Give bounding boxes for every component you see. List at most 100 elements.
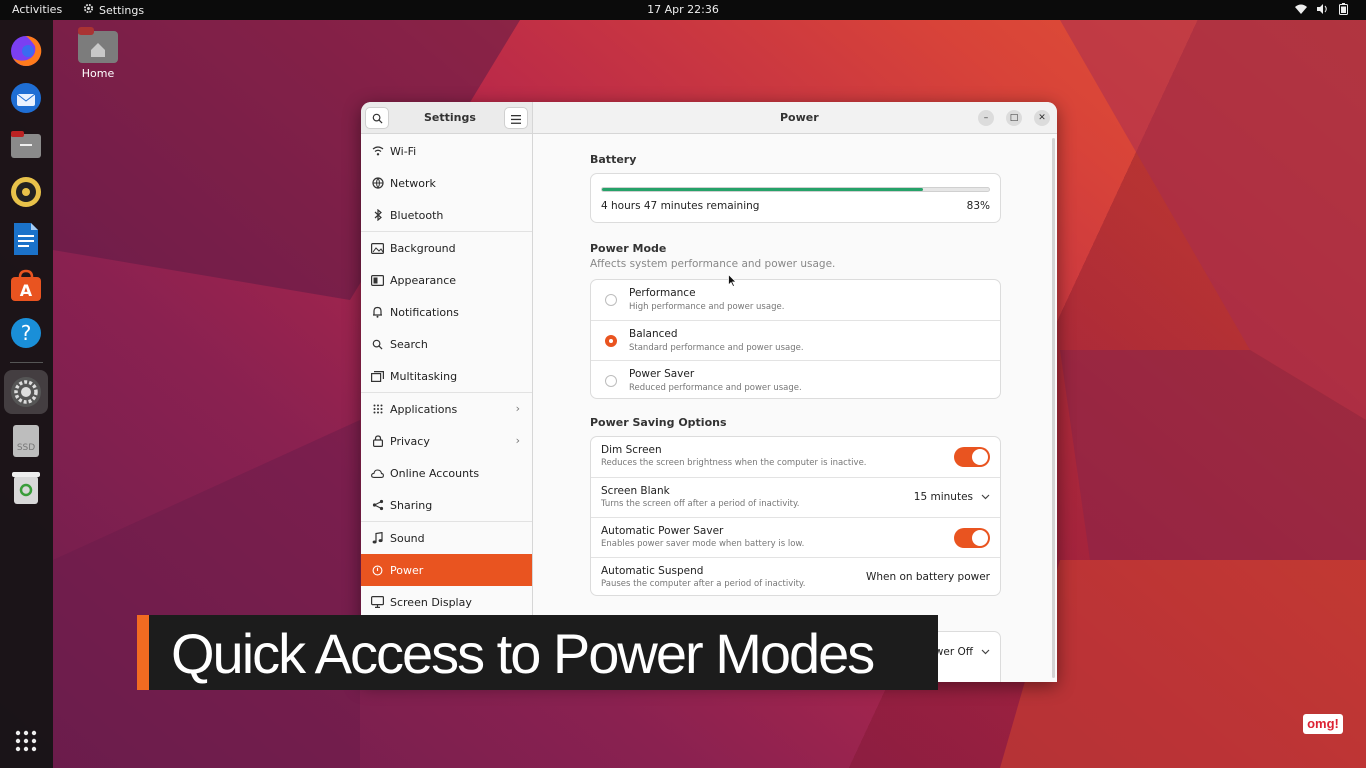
sidebar-item-network[interactable]: Network [361,167,532,199]
show-apps-icon[interactable] [8,723,44,759]
caption-text: Quick Access to Power Modes [171,622,875,685]
power-saving-card: Dim Screen Reduces the screen brightness… [590,436,1001,596]
network-icon [361,177,391,189]
ssd-drive-icon[interactable]: SSD [8,423,44,459]
menu-button[interactable] [504,107,528,129]
files-icon[interactable] [8,127,44,163]
power-button-dropdown[interactable]: wer Off [935,646,990,658]
bell-icon [361,306,391,318]
power-mode-power-saver[interactable]: Power Saver Reduced performance and powe… [591,360,1000,398]
sidebar-item-sound[interactable]: Sound [361,522,532,554]
sidebar-item-label: Multitasking [390,369,458,383]
search-button[interactable] [365,107,389,129]
sidebar-item-background[interactable]: Background [361,232,532,264]
grid-icon [361,404,391,414]
appearance-icon [361,274,391,286]
caption-accent-bar [137,615,149,690]
row-subtitle: Reduces the screen brightness when the c… [601,458,867,468]
screen-blank-dropdown[interactable]: 15 minutes [914,491,990,503]
automatic-power-saver-toggle[interactable] [954,528,990,548]
sidebar-item-wifi[interactable]: Wi-Fi [361,135,532,167]
hamburger-icon [511,109,521,128]
sidebar-item-multitasking[interactable]: Multitasking [361,360,532,392]
sidebar-item-bluetooth[interactable]: Bluetooth [361,199,532,231]
firefox-icon[interactable] [8,33,44,69]
help-icon[interactable]: ? [8,315,44,351]
sidebar-item-sharing[interactable]: Sharing [361,489,532,521]
power-mode-subtitle: Affects system performance and power usa… [590,258,836,270]
row-subtitle: Standard performance and power usage. [629,343,804,353]
minimize-button[interactable]: – [978,110,994,126]
sidebar-item-online-accounts[interactable]: Online Accounts [361,457,532,489]
writer-icon[interactable] [8,221,44,257]
automatic-suspend-row[interactable]: Automatic Suspend Pauses the computer af… [591,557,1000,595]
sidebar-item-label: Notifications [390,305,459,319]
sidebar: Wi-Fi Network Bluetooth Background Appea… [361,134,533,682]
battery-section-title: Battery [590,153,637,166]
sidebar-item-search[interactable]: Search [361,328,532,360]
power-mode-balanced[interactable]: Balanced Standard performance and power … [591,320,1000,360]
sidebar-item-power[interactable]: Power [361,554,532,586]
cloud-icon [361,468,391,478]
settings-icon[interactable] [4,370,48,414]
power-button-value: wer Off [934,646,973,658]
scrollbar[interactable] [1052,138,1055,678]
sidebar-item-label: Wi-Fi [390,144,417,158]
desktop-home[interactable]: Home [76,26,120,80]
row-subtitle: Reduced performance and power usage. [629,383,802,393]
system-tray[interactable] [1295,3,1348,18]
sidebar-item-label: Power [390,563,424,577]
volume-icon [1317,4,1329,17]
row-subtitle: Turns the screen off after a period of i… [601,499,800,509]
power-panel: Battery 4 hours 47 minutes remaining 83%… [533,134,1057,682]
music-note-icon [361,532,391,544]
sidebar-item-applications[interactable]: Applications › [361,393,532,425]
search-icon [372,109,383,128]
ssd-label: SSD [17,443,35,453]
row-title: Automatic Suspend [601,565,704,577]
lock-icon [361,435,391,447]
maximize-button[interactable]: □ [1006,110,1022,126]
sidebar-item-label: Appearance [390,273,457,287]
app-center-icon[interactable]: A [8,268,44,304]
sidebar-item-notifications[interactable]: Notifications [361,296,532,328]
automatic-suspend-value: When on battery power [865,571,990,583]
chevron-down-icon [981,646,990,658]
close-button[interactable]: ✕ [1034,110,1050,126]
radio-performance[interactable] [605,294,617,306]
row-subtitle: Pauses the computer after a period of in… [601,579,806,589]
power-icon [361,565,391,576]
radio-balanced[interactable] [605,335,617,347]
wifi-icon [1295,4,1307,17]
chevron-right-icon: › [515,434,520,447]
battery-remaining: 4 hours 47 minutes remaining [601,200,760,212]
wifi-icon [361,146,391,156]
sidebar-item-appearance[interactable]: Appearance [361,264,532,296]
sidebar-item-label: Sharing [390,498,433,512]
row-title: Automatic Power Saver [601,525,724,537]
main-header: Power – □ ✕ [533,102,1057,134]
clock[interactable]: 17 Apr 22:36 [0,3,1366,16]
row-subtitle: Enables power saver mode when battery is… [601,539,805,549]
sidebar-header: Settings [361,102,533,134]
battery-percent: 83% [966,200,990,212]
battery-level-fill [602,188,924,191]
battery-icon [1339,3,1348,18]
minimize-icon: – [983,113,989,123]
trash-icon[interactable] [8,470,44,506]
radio-power-saver[interactable] [605,375,617,387]
desktop-home-label: Home [81,67,115,80]
screen-blank-row[interactable]: Screen Blank Turns the screen off after … [591,477,1000,517]
rhythmbox-icon[interactable] [8,174,44,210]
sidebar-item-privacy[interactable]: Privacy › [361,425,532,457]
omg-logo: omg! [1303,714,1343,734]
chevron-right-icon: › [515,402,520,415]
row-subtitle: High performance and power usage. [629,302,785,312]
search-icon [361,339,391,350]
power-mode-performance[interactable]: Performance High performance and power u… [591,280,1000,320]
video-caption: Quick Access to Power Modes [137,615,938,690]
dim-screen-toggle[interactable] [954,447,990,467]
sidebar-item-screen-display[interactable]: Screen Display [361,586,532,618]
battery-card: 4 hours 47 minutes remaining 83% [590,173,1001,223]
thunderbird-icon[interactable] [8,80,44,116]
